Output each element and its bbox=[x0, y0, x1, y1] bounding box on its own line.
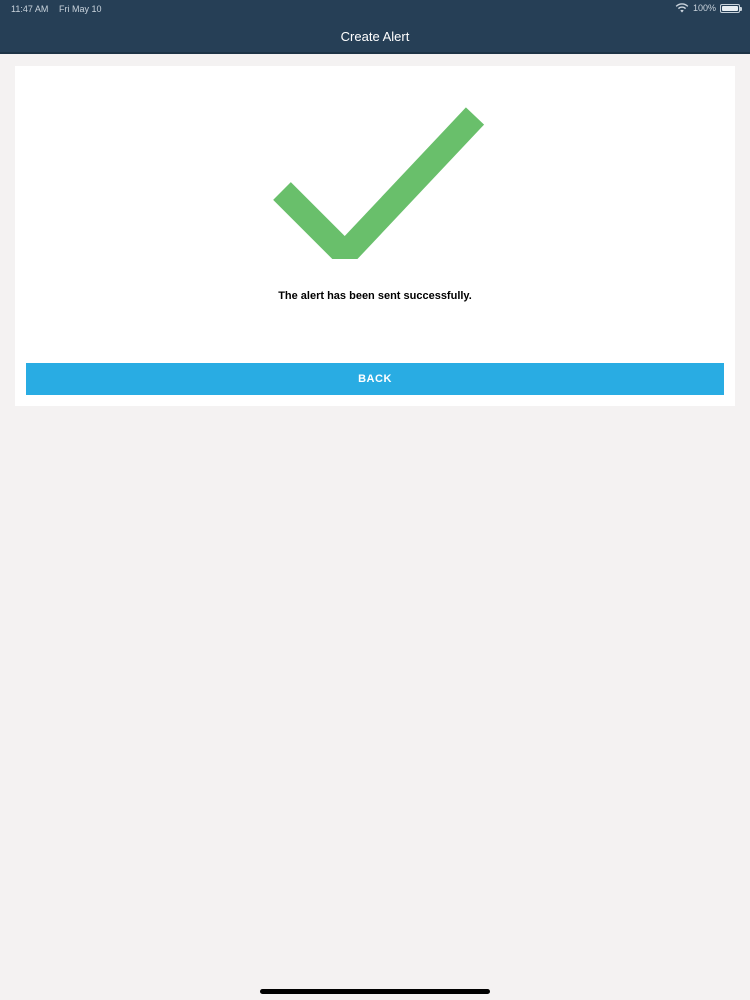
success-message: The alert has been sent successfully. bbox=[278, 290, 472, 302]
back-button[interactable]: BACK bbox=[26, 363, 724, 395]
checkmark-icon bbox=[273, 107, 485, 259]
status-date: Fri May 10 bbox=[59, 4, 102, 14]
battery-icon bbox=[720, 3, 742, 13]
page-title: Create Alert bbox=[340, 29, 410, 44]
home-indicator bbox=[260, 989, 490, 994]
navigation-header: 11:47 AM Fri May 10 100% Create Alert bbox=[0, 0, 750, 54]
app-screen: 11:47 AM Fri May 10 100% Create Alert Th… bbox=[0, 0, 750, 1000]
confirmation-card: The alert has been sent successfully. BA… bbox=[15, 66, 735, 406]
wifi-icon bbox=[675, 3, 689, 13]
status-bar: 11:47 AM Fri May 10 100% bbox=[0, 0, 750, 18]
battery-level bbox=[722, 5, 738, 11]
battery-percentage: 100% bbox=[692, 3, 716, 13]
status-indicators: 100% bbox=[675, 3, 742, 13]
status-time: 11:47 AM bbox=[11, 4, 49, 14]
